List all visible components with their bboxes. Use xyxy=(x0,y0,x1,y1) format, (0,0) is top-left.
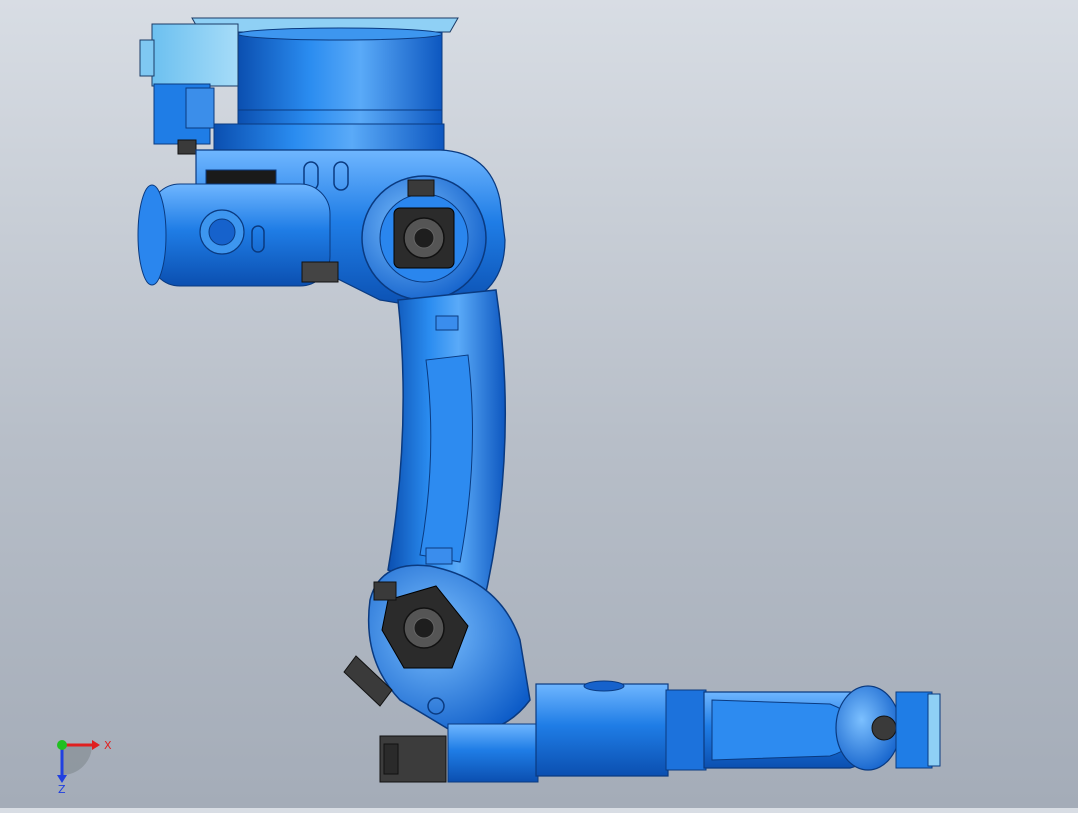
elbow-joint xyxy=(343,564,531,733)
z-axis-arrowhead xyxy=(57,775,67,783)
cad-3d-viewport[interactable]: X Z xyxy=(0,0,1078,808)
shoulder-joint xyxy=(361,175,487,301)
y-axis-dot xyxy=(57,740,67,750)
upper-arm-link xyxy=(387,289,507,612)
triad-plane-shade xyxy=(62,745,92,775)
elbow-motor xyxy=(379,723,539,783)
axis-triad: X Z xyxy=(40,725,120,796)
x-axis-label: X xyxy=(104,739,112,752)
x-axis-arrowhead xyxy=(92,740,100,750)
robot-arm-model[interactable] xyxy=(0,0,1078,808)
rear-motor-cylinder xyxy=(137,183,339,287)
z-axis-label: Z xyxy=(58,783,66,795)
forearm-link xyxy=(535,680,881,777)
wrist-assembly xyxy=(835,685,941,771)
